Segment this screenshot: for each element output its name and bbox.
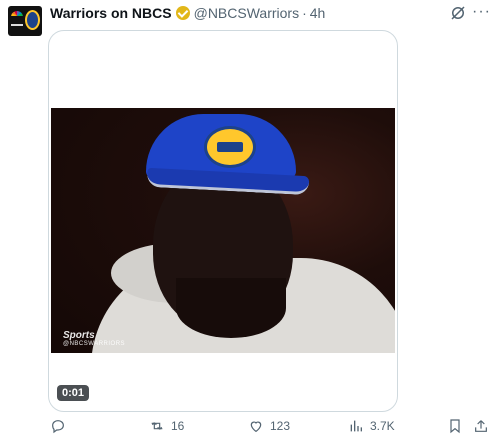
separator-dot: · — [302, 5, 307, 21]
video-player[interactable]: Sports @NBCSWARRIORS — [51, 108, 395, 353]
author-handle[interactable]: @NBCSWarriors — [194, 5, 299, 21]
watermark-text: Sports — [63, 330, 95, 341]
reply-button[interactable] — [50, 418, 72, 434]
views-count: 3.7K — [370, 419, 395, 433]
video-neck — [176, 278, 286, 338]
like-button[interactable]: 123 — [248, 418, 290, 434]
tweet: Warriors on NBCS @NBCSWarriors · 4h ··· … — [0, 0, 500, 440]
reply-icon — [52, 420, 64, 434]
heart-icon — [250, 421, 262, 433]
bookmark-icon — [450, 419, 460, 434]
video-watermark: Sports @NBCSWARRIORS — [63, 330, 125, 347]
verified-badge-icon — [175, 6, 190, 20]
grok-icon[interactable] — [449, 4, 467, 22]
avatar-label-bar — [11, 24, 23, 26]
share-button[interactable] — [473, 418, 489, 434]
watermark-sub: @NBCSWARRIORS — [63, 341, 126, 347]
retweet-icon — [151, 422, 163, 430]
views-button[interactable]: 3.7K — [348, 418, 395, 434]
video-duration-badge: 0:01 — [57, 385, 90, 401]
more-icon[interactable]: ··· — [472, 3, 491, 21]
author-name[interactable]: Warriors on NBCS — [50, 5, 172, 21]
views-chart-icon — [350, 420, 362, 432]
nbc-peacock-logo — [11, 11, 23, 21]
warriors-logo — [25, 10, 40, 30]
retweet-button[interactable]: 16 — [149, 418, 184, 434]
media-card[interactable]: Sports @NBCSWARRIORS 0:01 — [48, 30, 398, 412]
action-bar: 16 123 3.7K — [0, 418, 500, 438]
cap-logo — [204, 126, 256, 168]
retweet-count: 16 — [171, 419, 185, 433]
tweet-header: Warriors on NBCS @NBCSWarriors · 4h — [50, 4, 325, 22]
share-icon — [475, 420, 487, 432]
tweet-time[interactable]: 4h — [310, 5, 326, 21]
bookmark-button[interactable] — [447, 418, 463, 434]
avatar[interactable] — [8, 6, 42, 36]
like-count: 123 — [270, 419, 291, 433]
